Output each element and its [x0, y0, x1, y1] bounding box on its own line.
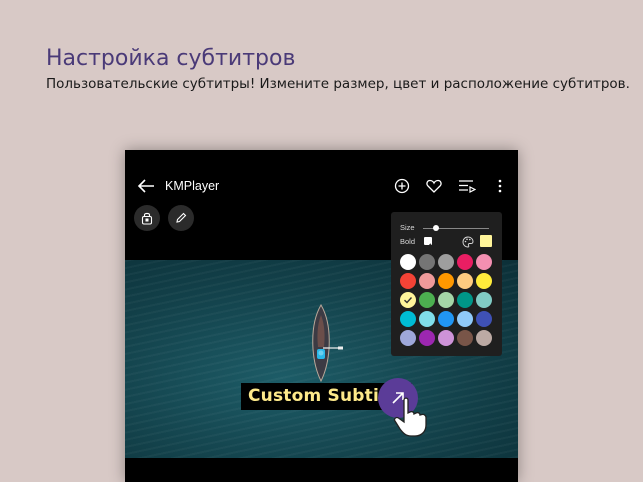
color-swatch[interactable] [419, 273, 435, 289]
selected-color-preview[interactable] [480, 235, 492, 247]
color-swatch[interactable] [419, 292, 435, 308]
pointing-hand-icon [393, 397, 427, 437]
color-swatch[interactable] [419, 311, 435, 327]
size-slider-knob[interactable] [433, 225, 440, 231]
playlist-icon[interactable] [458, 177, 476, 195]
color-swatch[interactable] [476, 254, 492, 270]
checkmark-icon [404, 297, 413, 304]
color-swatch[interactable] [438, 292, 454, 308]
checkmark-icon [424, 243, 432, 249]
color-swatch[interactable] [476, 273, 492, 289]
heart-icon[interactable] [425, 177, 443, 195]
color-swatch[interactable] [476, 292, 492, 308]
color-swatch[interactable] [438, 311, 454, 327]
more-vertical-icon[interactable] [491, 177, 509, 195]
color-swatch[interactable] [438, 330, 454, 346]
color-swatch[interactable] [419, 254, 435, 270]
app-title: KMPlayer [165, 179, 220, 193]
promo-subtitle: Пользовательские субтитры! Измените разм… [46, 76, 630, 92]
color-swatch[interactable] [457, 292, 473, 308]
color-swatch[interactable] [400, 330, 416, 346]
palette-icon[interactable] [462, 236, 474, 248]
add-circle-icon[interactable] [393, 177, 411, 195]
bold-label: Bold [400, 237, 416, 246]
lock-icon [141, 212, 153, 225]
promo-title: Настройка субтитров [46, 46, 296, 71]
subtitle-settings-panel: Size Bold [391, 212, 502, 356]
player-screen: KMPlayer Custom Subtitle Size Bold [125, 150, 518, 482]
color-swatch[interactable] [400, 311, 416, 327]
edit-button[interactable] [168, 205, 194, 231]
kayak-image [312, 304, 343, 383]
color-swatch[interactable] [457, 254, 473, 270]
bold-checkbox[interactable] [424, 237, 432, 249]
pencil-icon [176, 212, 187, 223]
color-swatch[interactable] [476, 311, 492, 327]
color-swatch[interactable] [438, 273, 454, 289]
color-swatch[interactable] [457, 330, 473, 346]
size-label: Size [400, 223, 415, 232]
color-swatch[interactable] [400, 292, 416, 308]
lock-button[interactable] [134, 205, 160, 231]
color-swatch[interactable] [400, 254, 416, 270]
color-swatch[interactable] [400, 273, 416, 289]
color-swatch[interactable] [457, 311, 473, 327]
color-swatch[interactable] [476, 330, 492, 346]
color-swatch[interactable] [419, 330, 435, 346]
color-swatch[interactable] [457, 273, 473, 289]
back-arrow-icon[interactable] [137, 178, 155, 194]
color-swatch[interactable] [438, 254, 454, 270]
